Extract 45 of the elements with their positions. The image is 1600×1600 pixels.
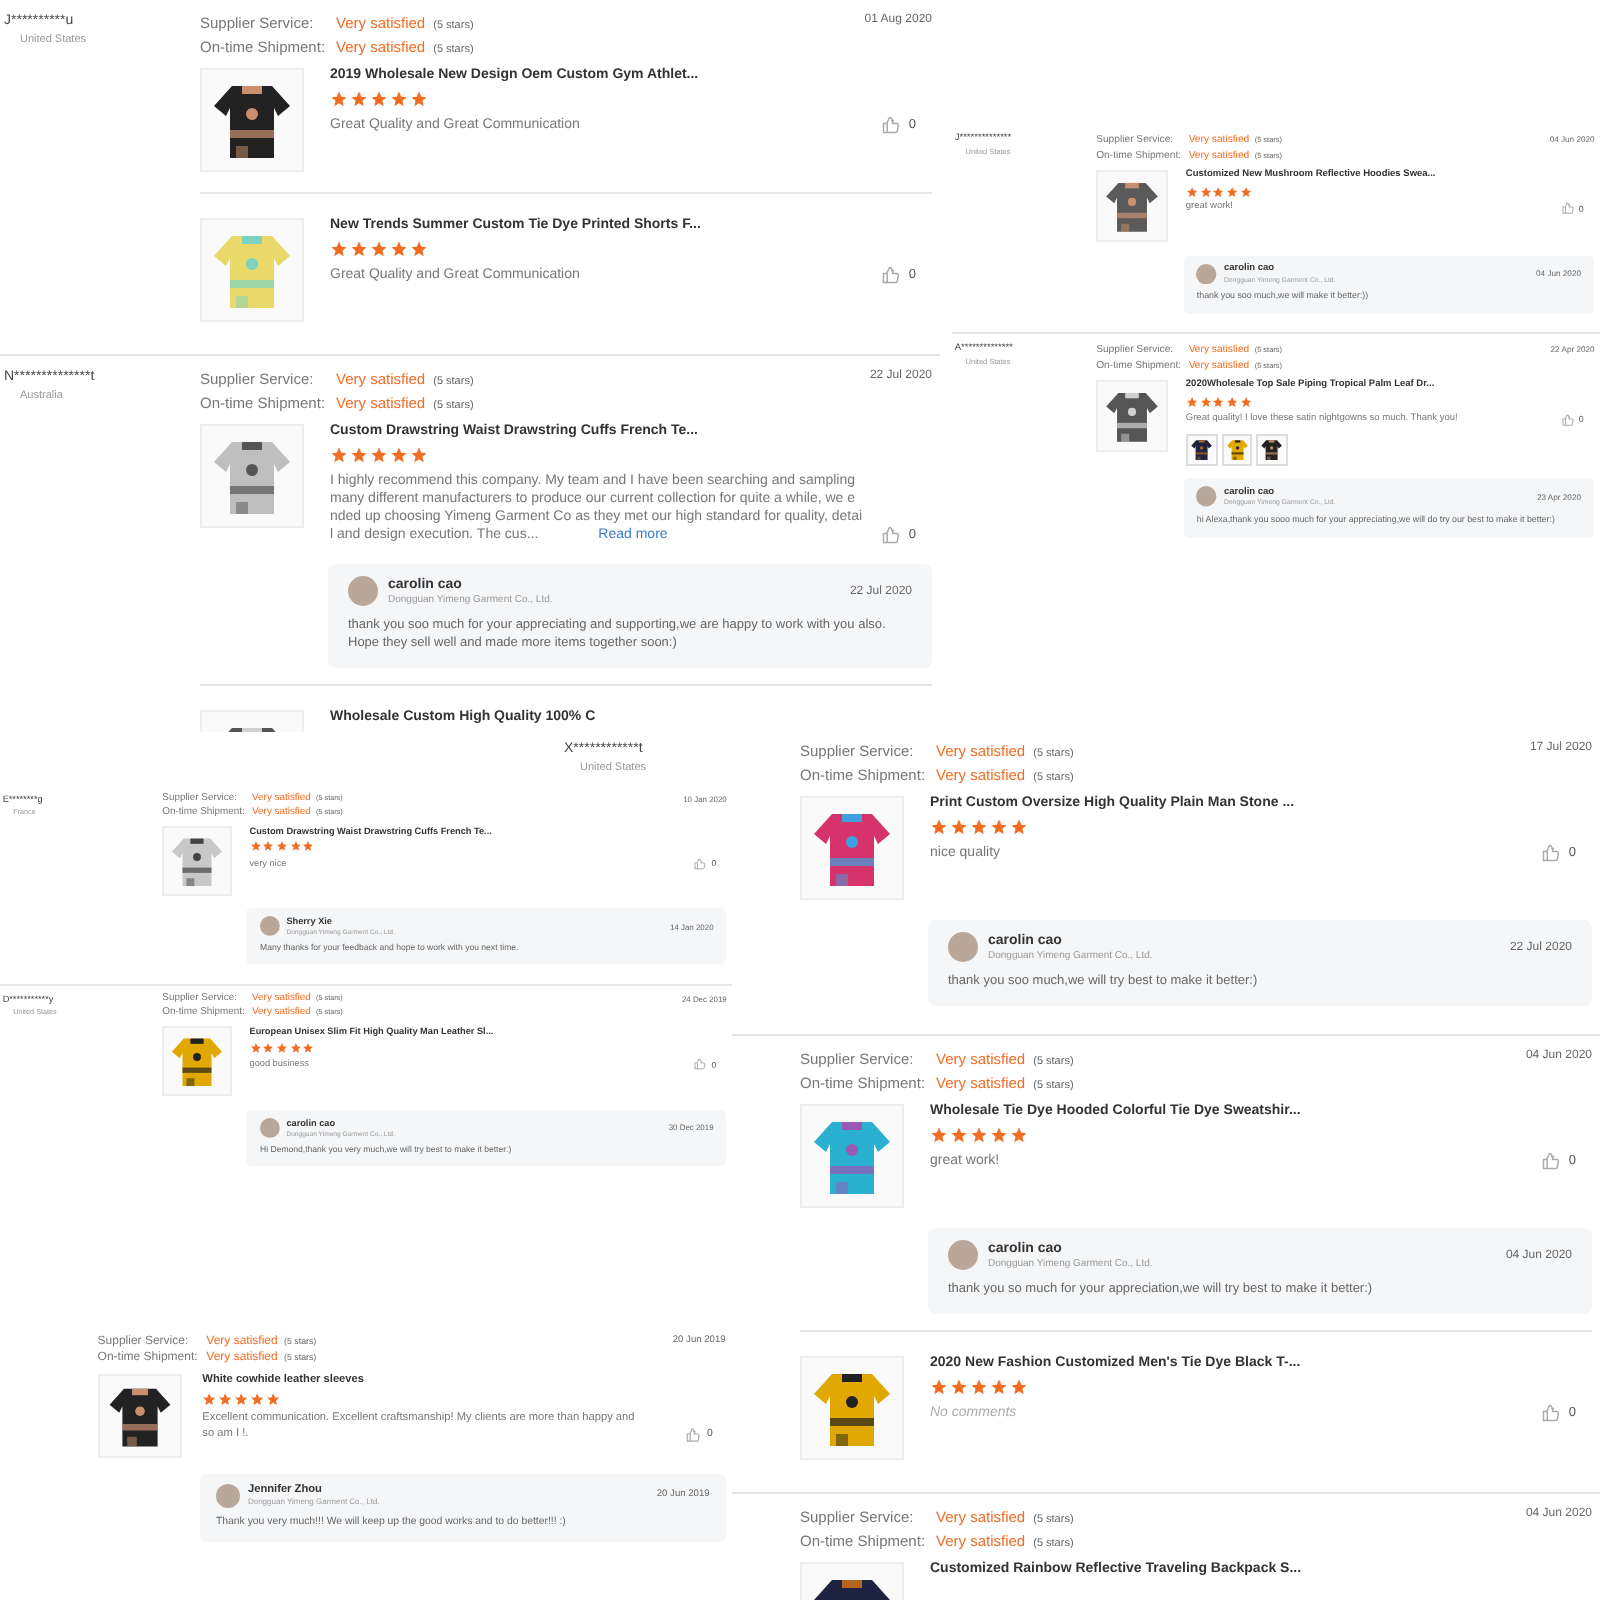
avatar [948,1240,978,1270]
thumbs-up-icon[interactable] [1542,1404,1561,1422]
star-icon [350,90,368,108]
avatar [260,1117,280,1138]
star-icon [1010,1126,1028,1144]
avatar [348,576,378,606]
star-icon [930,818,948,836]
thumbs-up-icon[interactable] [1542,1152,1561,1170]
star-icon [330,240,348,258]
star-icon [370,90,388,108]
star-icon [350,446,368,464]
avatar [1196,263,1218,284]
star-icon [390,240,408,258]
star-icon [370,446,388,464]
star-icon [950,818,968,836]
star-icon [990,1378,1008,1396]
star-icon [330,90,348,108]
star-icon [370,240,388,258]
thumbs-up-icon[interactable] [882,526,901,544]
star-icon [950,1126,968,1144]
star-icon [970,818,988,836]
star-icon [410,90,428,108]
star-icon [990,818,1008,836]
avatar [1196,486,1218,508]
thumbs-up-icon[interactable] [686,1427,701,1442]
thumbs-up-icon[interactable] [882,116,901,134]
star-icon [990,1126,1008,1144]
star-icon [1010,818,1028,836]
avatar [215,1483,240,1508]
thumbs-up-icon[interactable] [1542,844,1561,862]
star-icon [350,240,368,258]
star-icon [930,1378,948,1396]
star-icon [390,446,408,464]
star-icon [1010,1378,1028,1396]
star-icon [410,446,428,464]
star-icon [330,446,348,464]
star-icon [930,1126,948,1144]
avatar [948,932,978,962]
star-icon [970,1126,988,1144]
star-icon [950,1378,968,1396]
avatar [260,916,280,936]
thumbs-up-icon[interactable] [882,266,901,284]
star-icon [410,240,428,258]
star-icon [970,1378,988,1396]
star-icon [390,90,408,108]
